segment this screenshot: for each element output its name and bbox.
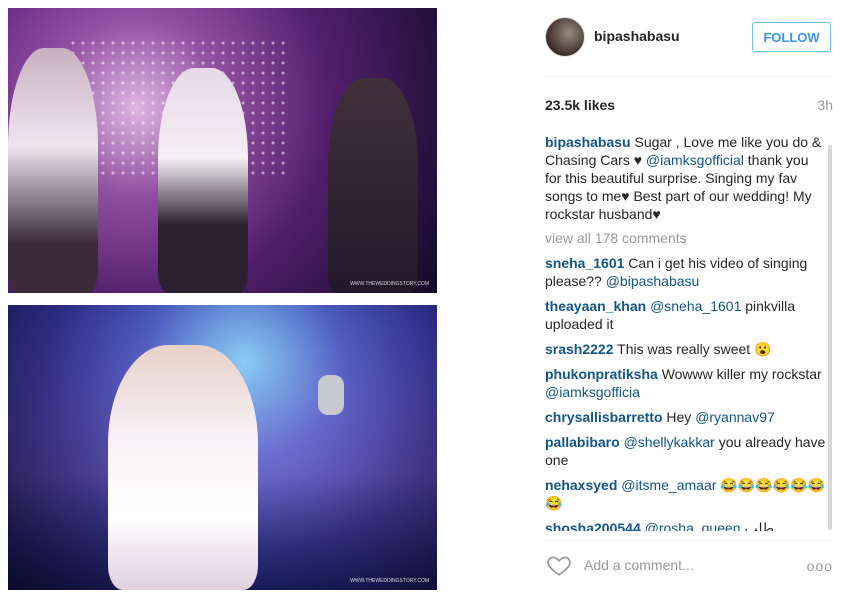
comment-username[interactable]: chrysallisbarretto [545,409,663,425]
comment-mention[interactable]: @rosha_queen [645,520,741,531]
comment-text: Hey [666,409,696,425]
comment-mention[interactable]: @sneha_1601 [650,298,741,314]
comment-username[interactable]: nehaxsyed [545,477,617,493]
comment-item: sneha_1601 Can i get his video of singin… [545,254,827,290]
microphone-image [318,375,344,415]
comment-item: pallabibaro @shellykakkar you already ha… [545,433,827,469]
post-time[interactable]: 3h [817,97,833,113]
guitarist-figure [8,48,98,293]
photo-watermark: WWW.THEWEDDINGSTORY.COM [350,578,429,584]
comment-mention[interactable]: @shellykakkar [624,434,715,450]
heart-icon[interactable] [546,552,572,578]
post-photo-2[interactable]: WWW.THEWEDDINGSTORY.COM [8,305,437,590]
post-caption: bipashabasu Sugar , Love me like you do … [545,133,827,223]
singer-figure [158,68,248,293]
bassist-figure [328,78,418,293]
comment-username[interactable]: theayaan_khan [545,298,646,314]
comments-list: bipashabasu Sugar , Love me like you do … [545,133,827,531]
comment-item: srash2222 This was really sweet 😮 [545,340,827,358]
comment-item: theayaan_khan @sneha_1601 pinkvilla uplo… [545,297,827,333]
post-side-panel: bipashabasu FOLLOW 23.5k likes 3h bipash… [528,0,843,599]
comment-mention[interactable]: @ryannav97 [695,409,775,425]
more-options-icon[interactable]: ooo [807,558,833,574]
comment-mention[interactable]: @itsme_amaar [621,477,716,493]
avatar[interactable] [545,17,585,57]
comment-mention[interactable]: @bipashabasu [606,273,700,289]
comment-item: chrysallisbarretto Hey @ryannav97 [545,408,827,426]
post-photo-1[interactable]: WWW.THEWEDDINGSTORY.COM [8,8,437,293]
comment-username[interactable]: sneha_1601 [545,255,624,271]
follow-button[interactable]: FOLLOW [752,22,831,52]
photo-watermark: WWW.THEWEDDINGSTORY.COM [350,281,429,287]
likes-count[interactable]: 23.5k likes [545,97,615,113]
caption-mention[interactable]: @iamksgofficial [646,152,744,168]
comment-username[interactable]: srash2222 [545,341,614,357]
comment-text: Wowww killer my rockstar [661,366,822,382]
caption-username[interactable]: bipashabasu [545,134,631,150]
post-header: bipashabasu FOLLOW [528,0,843,76]
post-username[interactable]: bipashabasu [594,28,680,44]
add-comment-input[interactable]: Add a comment... [584,557,694,573]
comment-username[interactable]: pallabibaro [545,434,620,450]
comment-username[interactable]: phukonpratiksha [545,366,658,382]
comments-scrollbar[interactable] [828,145,832,530]
view-all-comments-link[interactable]: view all 178 comments [545,229,827,247]
comment-text: طلب [740,520,774,531]
singer-closeup-figure [108,345,258,590]
comment-item: shosha200544 @rosha_queen طلب [545,519,827,531]
comment-footer: Add a comment... ooo [528,540,843,590]
post-media: WWW.THEWEDDINGSTORY.COM WWW.THEWEDDINGST… [0,0,446,599]
comment-text: This was really sweet 😮 [617,341,772,357]
comment-username[interactable]: shosha200544 [545,520,641,531]
comment-mention[interactable]: @iamksgofficia [545,384,640,400]
comment-item: phukonpratiksha Wowww killer my rockstar… [545,365,827,401]
comment-item: nehaxsyed @itsme_amaar 😂😂😂😂😂😂 😂 [545,476,827,512]
header-divider [545,76,833,77]
